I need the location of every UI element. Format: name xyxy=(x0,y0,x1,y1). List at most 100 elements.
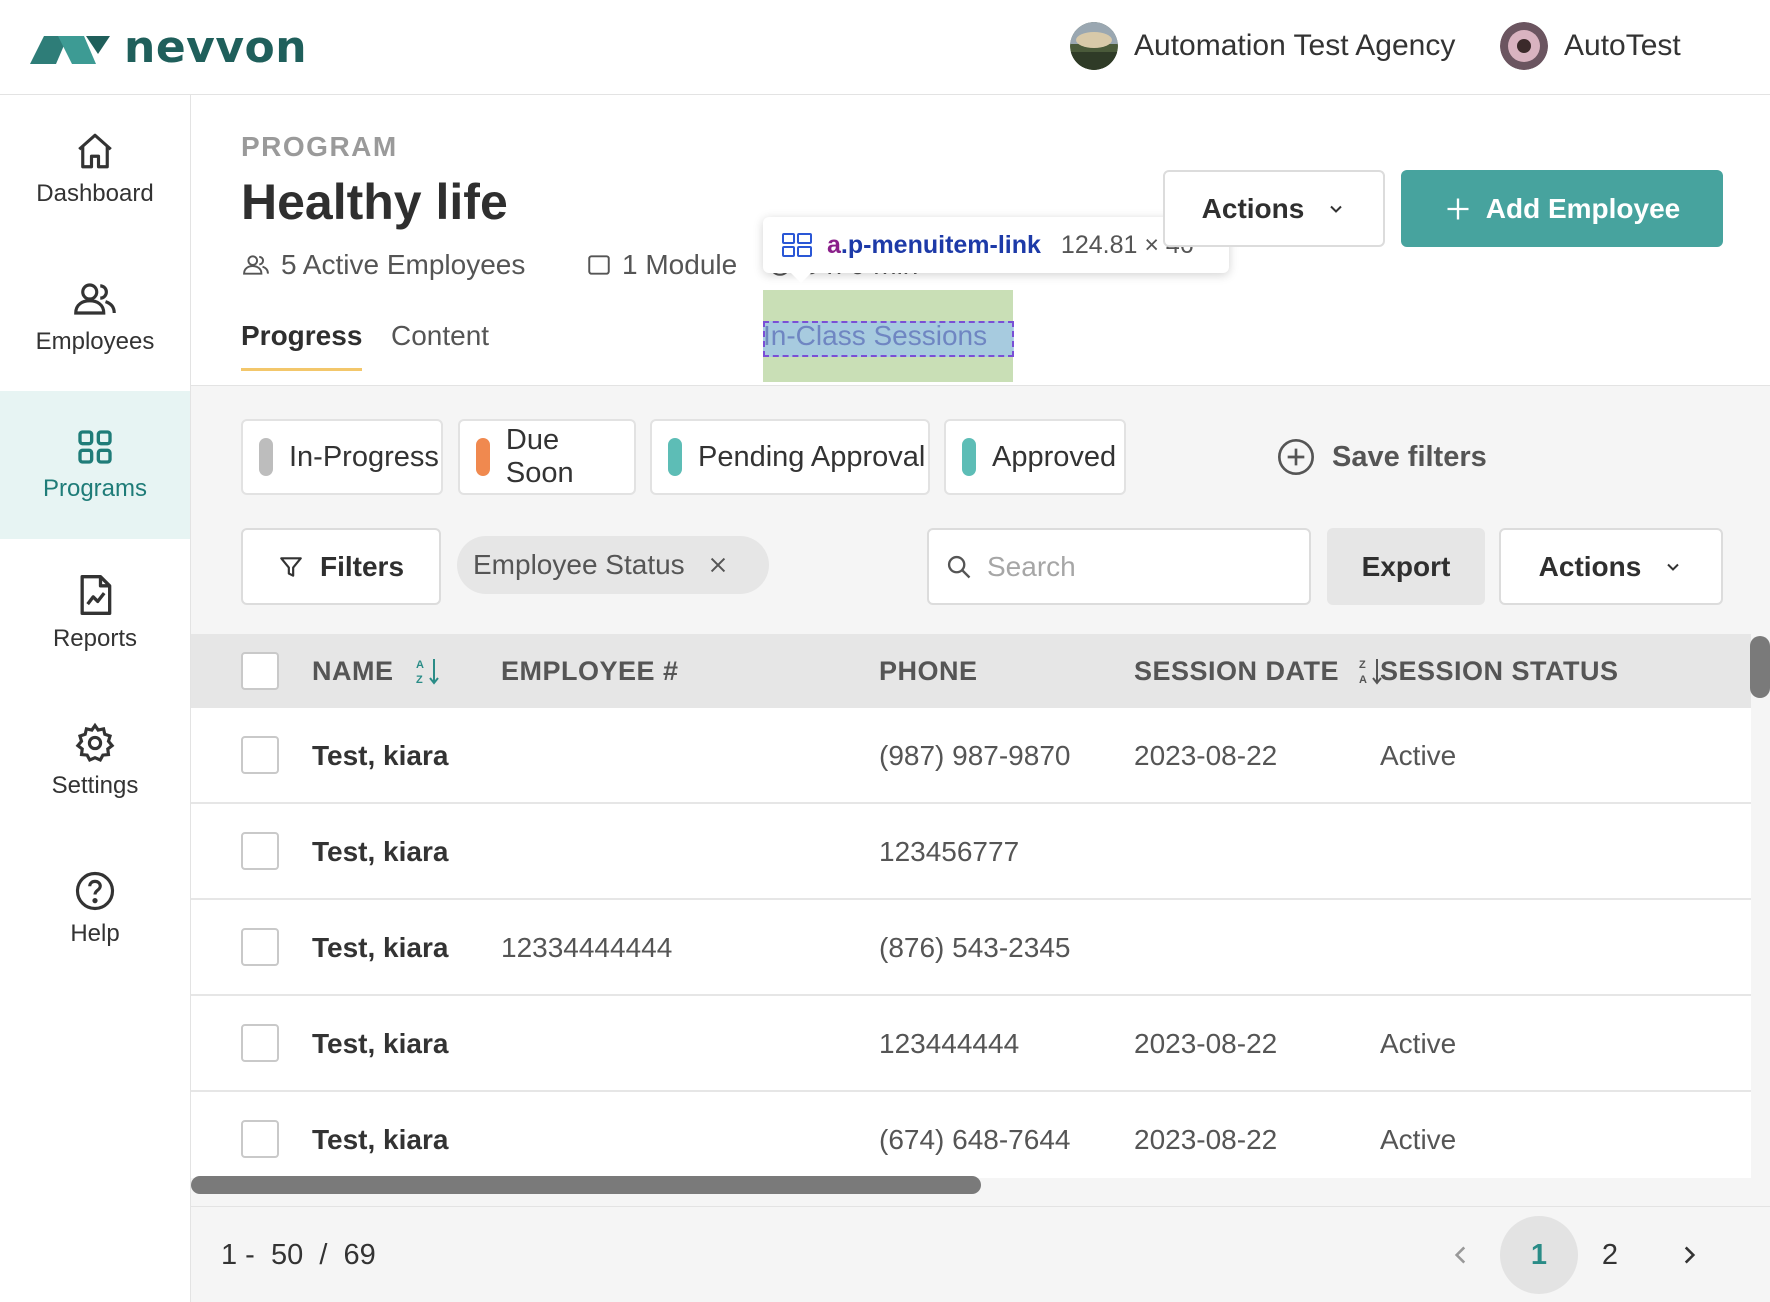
table-actions-button[interactable]: Actions xyxy=(1499,528,1723,605)
cell-name[interactable]: Test, kiara xyxy=(312,900,448,996)
sidebar-item-reports[interactable]: Reports xyxy=(0,539,190,687)
status-color-swatch xyxy=(259,438,273,476)
status-filter-due-soon[interactable]: Due Soon xyxy=(458,419,636,495)
filters-label: Filters xyxy=(319,550,405,582)
select-all-checkbox[interactable] xyxy=(241,652,279,690)
cell-session-status: Active xyxy=(1380,740,1457,771)
sidebar-item-employees[interactable]: Employees xyxy=(0,243,190,391)
horizontal-scrollbar[interactable] xyxy=(191,1176,981,1194)
vertical-scrollbar[interactable] xyxy=(1750,636,1770,698)
pagination-page-2[interactable]: 2 xyxy=(1590,1207,1630,1302)
search-field[interactable] xyxy=(927,528,1311,605)
row-checkbox[interactable] xyxy=(241,1024,279,1062)
sort-az-icon[interactable]: AZ xyxy=(416,656,442,686)
row-checkbox[interactable] xyxy=(241,832,279,870)
status-filter-label: Pending Approval xyxy=(698,440,926,473)
svg-text:Z: Z xyxy=(1359,659,1366,671)
column-header-phone[interactable]: PHONE xyxy=(879,634,978,708)
brand-name: nevvon xyxy=(124,22,308,73)
sidebar-item-dashboard[interactable]: Dashboard xyxy=(0,95,190,243)
inspector-selector: a.p-menuitem-link xyxy=(827,231,1041,260)
table-header: NAME AZ EMPLOYEE # PHONE SESSION DATE ZA… xyxy=(191,634,1751,708)
actions-label: Actions xyxy=(1538,550,1642,582)
grid-icon xyxy=(78,430,112,464)
cell-name[interactable]: Test, kiara xyxy=(312,708,448,804)
cell-name[interactable]: Test, kiara xyxy=(312,1092,448,1188)
inspector-tooltip: a.p-menuitem-link 124.81 × 46 xyxy=(763,217,1229,273)
row-checkbox[interactable] xyxy=(241,736,279,774)
pagination-next-button[interactable] xyxy=(1669,1207,1709,1302)
row-checkbox[interactable] xyxy=(241,1120,279,1158)
cell-phone: 123444444 xyxy=(879,1028,1020,1059)
column-header-session-date[interactable]: SESSION DATE ZA xyxy=(1134,634,1385,708)
pagination-page-1[interactable]: 1 xyxy=(1500,1216,1578,1294)
cell-employee-number: 12334444444 xyxy=(501,932,673,963)
sidebar-item-label: Programs xyxy=(42,475,148,502)
table-row[interactable]: Test, kiara (987) 987-9870 2023-08-22 Ac… xyxy=(191,708,1751,804)
export-button[interactable]: Export xyxy=(1327,528,1485,605)
svg-text:A: A xyxy=(416,659,424,671)
sidebar-item-label: Employees xyxy=(35,328,155,355)
agency-name: Automation Test Agency xyxy=(1134,29,1456,62)
agency-switcher[interactable]: Automation Test Agency xyxy=(1070,22,1455,70)
cell-name[interactable]: Test, kiara xyxy=(312,996,448,1092)
search-input[interactable] xyxy=(987,550,1287,583)
cell-session-status: Active xyxy=(1380,1028,1457,1059)
report-icon xyxy=(80,575,112,615)
table-row[interactable]: Test, kiara 12334444444 (876) 543-2345 xyxy=(191,900,1751,996)
column-header-session-status[interactable]: SESSION STATUS xyxy=(1380,634,1619,708)
status-filter-in-progress[interactable]: In-Progress xyxy=(241,419,443,495)
sidebar-item-programs[interactable]: Programs xyxy=(0,391,190,539)
cell-session-date: 2023-08-22 xyxy=(1134,1124,1278,1155)
status-color-swatch xyxy=(476,438,490,476)
inspector-tooltip-arrow xyxy=(789,271,813,283)
table-row[interactable]: Test, kiara (674) 648-7644 2023-08-22 Ac… xyxy=(191,1092,1751,1178)
pagination-bar: 1 - 50 / 69 1 2 xyxy=(191,1206,1770,1302)
brand-logo[interactable]: nevvon xyxy=(30,22,307,73)
cell-phone: 123456777 xyxy=(879,836,1020,867)
status-filter-label: Due Soon xyxy=(505,424,574,489)
main-content: PROGRAM Healthy life 5 Active Employees … xyxy=(191,95,1770,1302)
chevron-down-icon xyxy=(1330,205,1343,213)
save-filters-label: Save filters xyxy=(1332,440,1487,473)
user-name: AutoTest xyxy=(1564,29,1681,62)
program-actions-button[interactable]: Actions xyxy=(1163,170,1385,247)
chevron-down-icon xyxy=(1667,563,1680,571)
sidebar-item-label: Reports xyxy=(52,625,138,652)
gear-icon xyxy=(75,722,115,762)
filters-button[interactable]: Filters xyxy=(241,528,441,605)
column-header-name[interactable]: NAME AZ xyxy=(312,634,442,708)
column-header-label: SESSION DATE xyxy=(1134,656,1340,686)
status-color-swatch xyxy=(668,438,682,476)
chevron-right-icon xyxy=(1684,1246,1696,1264)
modules-count: 1 Module xyxy=(622,249,738,280)
table-row[interactable]: Test, kiara 123456777 xyxy=(191,804,1751,900)
sidebar: Dashboard Employees Programs Reports Set… xyxy=(0,95,191,1302)
svg-text:A: A xyxy=(1359,674,1367,686)
active-filter-chip[interactable]: Employee Status xyxy=(457,536,769,594)
users-icon xyxy=(243,255,269,275)
row-checkbox[interactable] xyxy=(241,928,279,966)
save-filters-button[interactable]: Save filters xyxy=(1276,419,1487,495)
close-icon[interactable] xyxy=(707,554,729,576)
active-employees-label: 5 Active Employees xyxy=(281,249,526,280)
pagination-range: 1 - 50 / 69 xyxy=(221,1239,376,1271)
user-menu[interactable]: AutoTest xyxy=(1500,22,1681,70)
status-filter-pending-approval[interactable]: Pending Approval xyxy=(650,419,930,495)
cell-name[interactable]: Test, kiara xyxy=(312,804,448,900)
sidebar-item-settings[interactable]: Settings xyxy=(0,687,190,835)
plus-icon xyxy=(1447,198,1469,219)
status-filter-label: In-Progress xyxy=(289,440,439,473)
tab-progress[interactable]: Progress xyxy=(241,311,363,371)
add-employee-button[interactable]: Add Employee xyxy=(1401,170,1723,247)
tab-in-class-sessions[interactable]: In-Class Sessions xyxy=(763,311,987,361)
pagination-prev-button[interactable] xyxy=(1441,1207,1481,1302)
table-row[interactable]: Test, kiara 123444444 2023-08-22 Active xyxy=(191,996,1751,1092)
sidebar-item-help[interactable]: Help xyxy=(0,835,190,983)
status-filter-approved[interactable]: Approved xyxy=(944,419,1126,495)
sidebar-item-label: Help xyxy=(70,920,120,947)
column-header-employee-number[interactable]: EMPLOYEE # xyxy=(501,634,679,708)
filter-icon xyxy=(280,556,302,577)
tab-content[interactable]: Content xyxy=(391,311,489,371)
status-filter-label: Approved xyxy=(992,440,1117,473)
